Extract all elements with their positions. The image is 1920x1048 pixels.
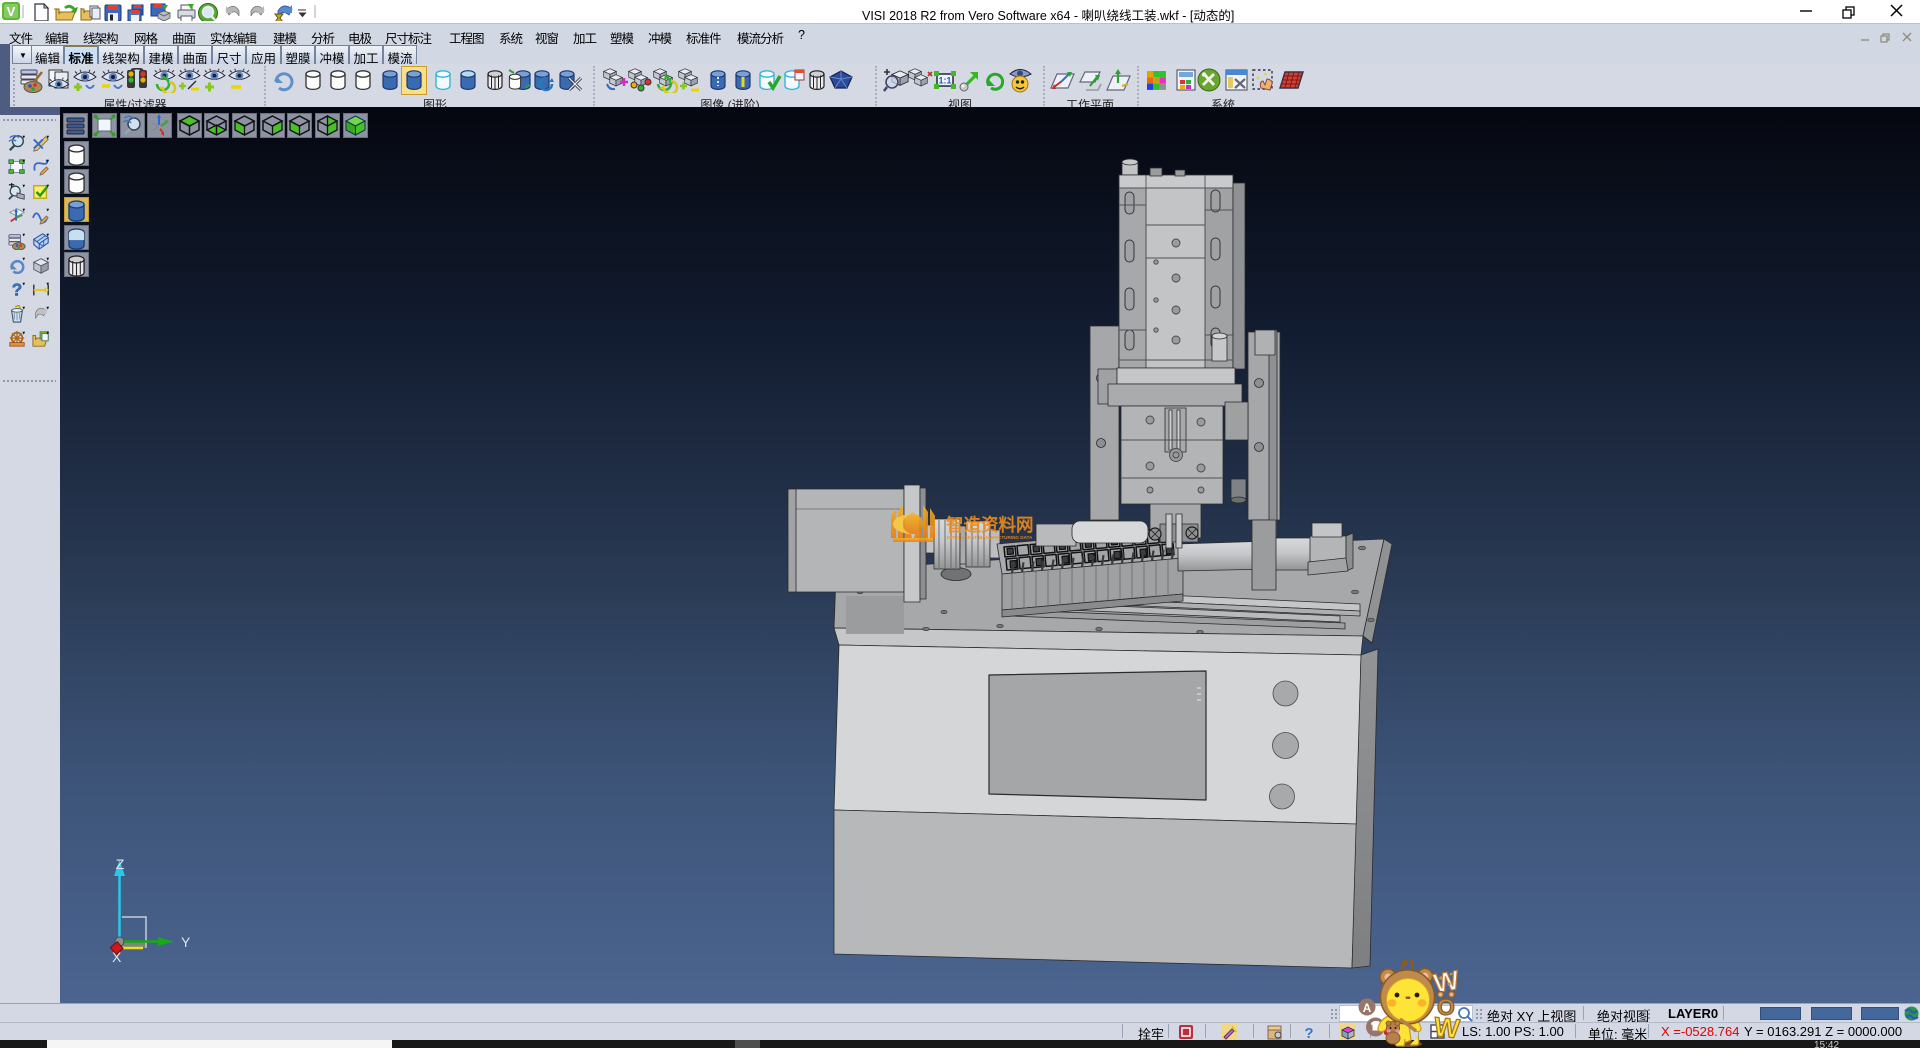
svg-text:?: ? <box>1304 1025 1313 1040</box>
svg-text:智造资料网: 智造资料网 <box>946 515 1034 535</box>
svg-text:W: W <box>1433 1012 1462 1045</box>
svg-text:1:1: 1:1 <box>938 76 951 86</box>
svg-text:Z: Z <box>116 856 125 872</box>
svg-text:X: X <box>112 949 122 965</box>
svg-text:INTELLIGENT MANUFACTURING DATA: INTELLIGENT MANUFACTURING DATA <box>947 535 1033 540</box>
svg-text:Y: Y <box>181 934 191 950</box>
svg-text:V: V <box>7 4 16 19</box>
svg-text:?: ? <box>12 281 22 299</box>
svg-text:A: A <box>1363 1001 1372 1015</box>
